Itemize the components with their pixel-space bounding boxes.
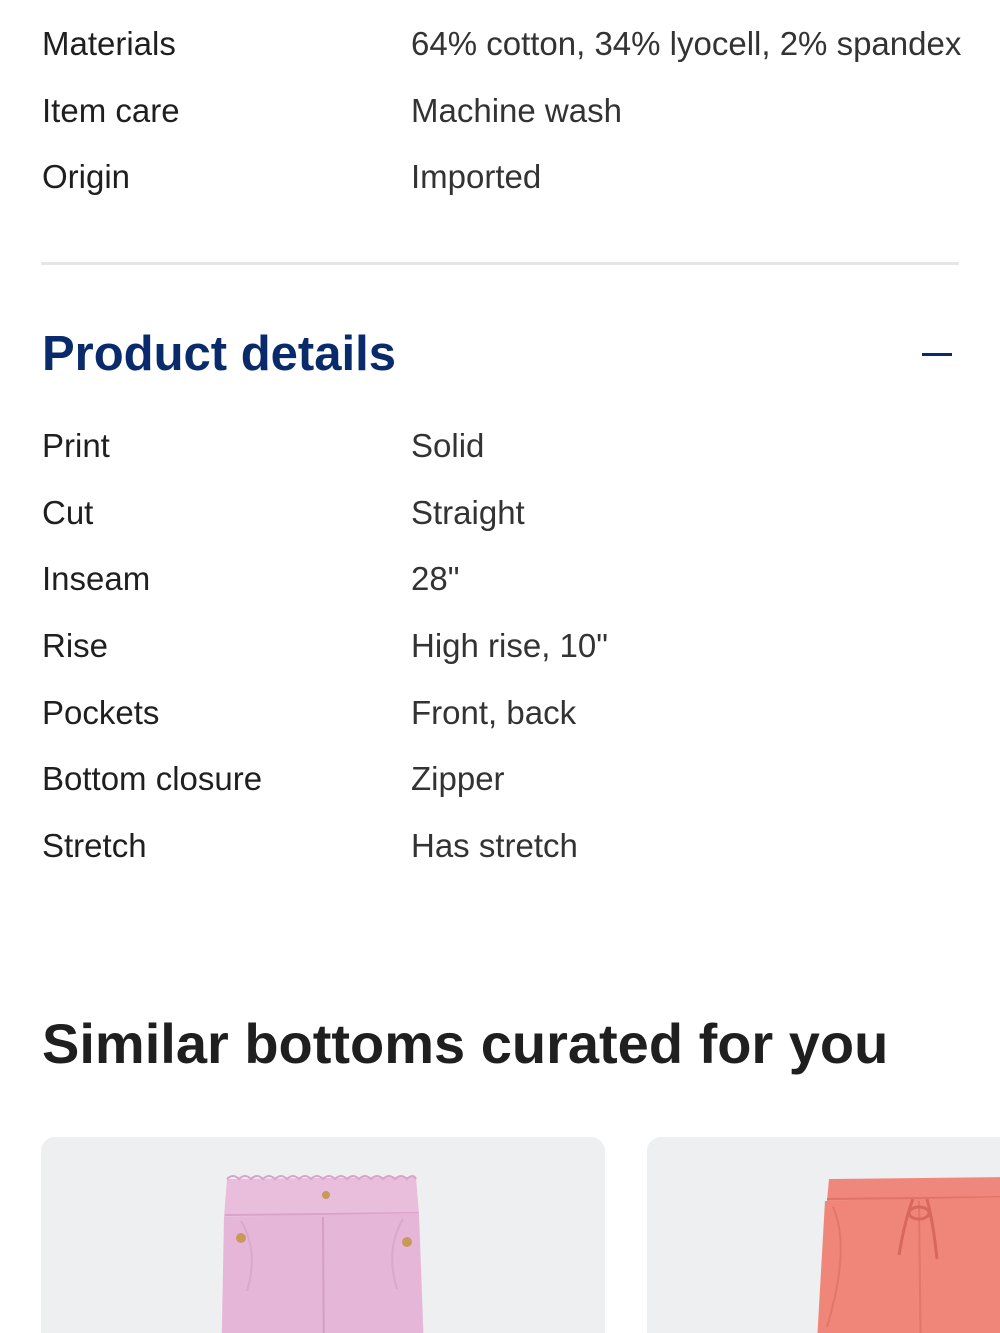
detail-row-inseam: Inseam 28" <box>42 557 960 624</box>
coral-drawstring-pants-image <box>817 1177 1000 1333</box>
product-card[interactable] <box>647 1137 1000 1333</box>
spec-label: Materials <box>42 25 176 62</box>
spec-row-item-care: Item care Machine wash <box>42 89 960 156</box>
detail-label: Rise <box>42 627 109 665</box>
spec-row-materials: Materials 64% cotton, 34% lyocell, 2% sp… <box>42 22 962 89</box>
specs-table: Materials 64% cotton, 34% lyocell, 2% sp… <box>42 22 962 222</box>
product-details-header[interactable]: Product details <box>42 322 960 386</box>
section-title: Product details <box>42 327 396 381</box>
detail-label: Pockets <box>42 693 160 731</box>
similar-section-title: Similar bottoms curated for you <box>42 1012 889 1075</box>
product-card[interactable] <box>41 1137 605 1333</box>
detail-row-bottom-closure: Bottom closure Zipper <box>42 757 960 824</box>
detail-value: Has stretch <box>411 827 578 865</box>
detail-value: Front, back <box>411 693 577 731</box>
spec-label: Item care <box>42 91 180 129</box>
spec-row-origin: Origin Imported <box>42 155 960 222</box>
detail-value: 28" <box>411 560 460 598</box>
detail-value: Solid <box>411 427 485 464</box>
spec-value: Imported <box>411 158 542 196</box>
spec-label: Origin <box>42 158 131 196</box>
detail-value: Straight <box>411 493 525 531</box>
detail-row-cut: Cut Straight <box>42 491 960 558</box>
spec-value: Machine wash <box>411 91 622 129</box>
product-info-page: Materials 64% cotton, 34% lyocell, 2% sp… <box>0 0 1000 1333</box>
detail-label: Bottom closure <box>42 760 263 798</box>
detail-row-stretch: Stretch Has stretch <box>42 824 960 891</box>
minus-bar <box>922 353 952 356</box>
detail-label: Stretch <box>42 827 147 865</box>
detail-label: Inseam <box>42 560 151 598</box>
spec-value: 64% cotton, 34% lyocell, 2% spandex <box>411 25 962 62</box>
detail-label: Print <box>42 427 110 464</box>
detail-row-rise: Rise High rise, 10" <box>42 624 960 691</box>
product-details-table: Print Solid Cut Straight Inseam 28" Rise… <box>42 424 960 891</box>
detail-row-pockets: Pockets Front, back <box>42 691 960 758</box>
detail-row-print: Print Solid <box>42 424 960 491</box>
pink-paperbag-pants-image <box>221 1175 424 1333</box>
detail-value: High rise, 10" <box>411 627 608 665</box>
detail-value: Zipper <box>411 760 505 798</box>
minus-icon[interactable] <box>920 336 956 372</box>
detail-label: Cut <box>42 493 94 531</box>
section-divider <box>41 262 959 265</box>
